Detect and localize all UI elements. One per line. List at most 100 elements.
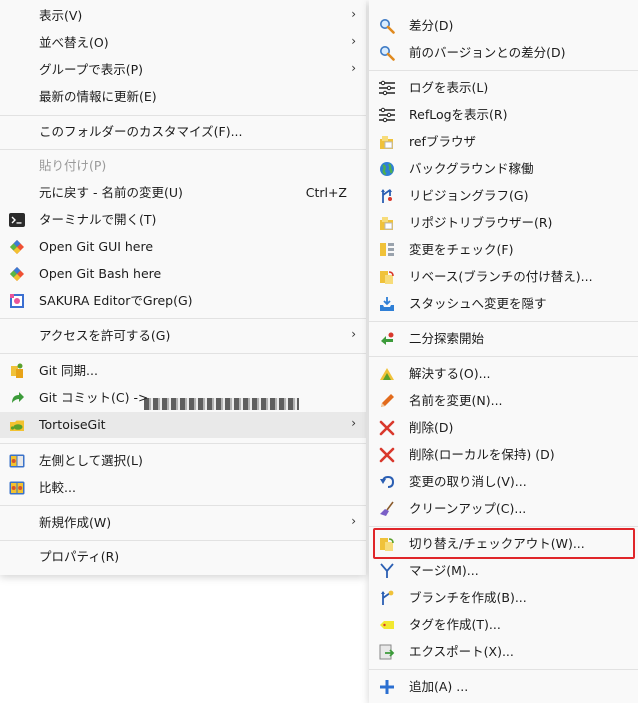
menu-item-label: TortoiseGit (39, 417, 106, 432)
bisect-icon (379, 331, 395, 347)
highlight-annotation (373, 528, 635, 559)
git-bash-icon (9, 266, 25, 282)
menu-item-grant-access[interactable]: アクセスを許可する(G) › (0, 323, 366, 349)
menu-item-label: 二分探索開始 (409, 331, 485, 346)
chevron-right-icon: › (351, 416, 356, 430)
menu-item-compare[interactable]: 比較... (0, 475, 366, 501)
git-sync-icon (9, 363, 25, 379)
menu-item-diff[interactable]: 差分(D) (369, 13, 638, 39)
menu-item-sakura-grep[interactable]: SAKURA EditorでGrep(G) (0, 288, 366, 314)
menu-item-create-branch[interactable]: ブランチを作成(B)... (369, 585, 638, 611)
revision-graph-icon (379, 188, 395, 204)
menu-item-ref-browser[interactable]: refブラウザ (369, 129, 638, 155)
menu-item-add[interactable]: 追加(A) ... (369, 674, 638, 700)
menu-item-label: ターミナルで開く(T) (39, 212, 157, 227)
menu-item-check-changes[interactable]: 変更をチェック(F) (369, 237, 638, 263)
menu-item-label: スタッシュへ変更を隠す (409, 296, 547, 311)
menu-item-export[interactable]: エクスポート(X)... (369, 639, 638, 665)
compare-icon (9, 480, 25, 496)
tortoisegit-icon (9, 417, 25, 433)
menu-item-merge[interactable]: マージ(M)... (369, 558, 638, 584)
menu-item-rebase[interactable]: リベース(ブランチの付け替え)... (369, 264, 638, 290)
tag-icon (379, 617, 395, 633)
menu-item-git-sync[interactable]: Git 同期... (0, 358, 366, 384)
menu-item-paste: 貼り付け(P) (0, 153, 366, 179)
menu-separator (0, 353, 366, 354)
menu-item-label: 削除(D) (409, 420, 454, 435)
menu-item-label: リベース(ブランチの付け替え)... (409, 269, 593, 284)
chevron-right-icon: › (351, 61, 356, 75)
menu-item-stash[interactable]: スタッシュへ変更を隠す (369, 291, 638, 317)
menu-separator (0, 318, 366, 319)
menu-item-group-by[interactable]: グループで表示(P) › (0, 57, 366, 83)
menu-item-label: 前のバージョンとの差分(D) (409, 45, 566, 60)
menu-item-label: 比較... (39, 480, 76, 495)
menu-separator (369, 70, 638, 71)
rename-icon (379, 393, 395, 409)
menu-item-label: 追加(A) ... (409, 679, 469, 694)
menu-item-rename[interactable]: 名前を変更(N)... (369, 388, 638, 414)
cleanup-icon (379, 501, 395, 517)
menu-item-resolve[interactable]: 解決する(O)... (369, 361, 638, 387)
menu-item-open-terminal[interactable]: ターミナルで開く(T) (0, 207, 366, 233)
menu-item-cleanup[interactable]: クリーンアップ(C)... (369, 496, 638, 522)
menu-item-undo-rename[interactable]: 元に戻す - 名前の変更(U) Ctrl+Z (0, 180, 366, 206)
menu-item-label: 並べ替え(O) (39, 35, 109, 50)
plus-icon (379, 679, 395, 695)
stash-icon (379, 296, 395, 312)
menu-item-select-left[interactable]: 左側として選択(L) (0, 448, 366, 474)
rebase-icon (379, 269, 395, 285)
menu-item-label: 表示(V) (39, 8, 83, 23)
menu-item-label: ログを表示(L) (409, 80, 489, 95)
menu-item-label: タグを作成(T)... (409, 617, 501, 632)
menu-item-label: 左側として選択(L) (39, 453, 143, 468)
menu-item-revision-graph[interactable]: リビジョングラフ(G) (369, 183, 638, 209)
menu-item-diff-previous[interactable]: 前のバージョンとの差分(D) (369, 40, 638, 66)
menu-item-customize-folder[interactable]: このフォルダーのカスタマイズ(F)... (0, 119, 366, 145)
menu-item-label: リポジトリブラウザー(R) (409, 215, 553, 230)
menu-separator (0, 505, 366, 506)
menu-item-properties[interactable]: プロパティ(R) (0, 544, 366, 570)
ref-browser-icon (379, 134, 395, 150)
menu-separator (369, 526, 638, 527)
branch-icon (379, 590, 395, 606)
menu-item-revert[interactable]: 変更の取り消し(V)... (369, 469, 638, 495)
menu-item-label: 貼り付け(P) (39, 158, 107, 173)
menu-item-label: バックグラウンド稼働 (409, 161, 534, 176)
menu-item-show-log[interactable]: ログを表示(L) (369, 75, 638, 101)
resolve-icon (379, 366, 395, 382)
menu-item-new[interactable]: 新規作成(W) › (0, 510, 366, 536)
menu-item-create-tag[interactable]: タグを作成(T)... (369, 612, 638, 638)
menu-item-delete-keep-local[interactable]: 削除(ローカルを保持) (D) (369, 442, 638, 468)
menu-item-label: refブラウザ (409, 134, 476, 149)
menu-item-label: 解決する(O)... (409, 366, 491, 381)
menu-item-label: RefLogを表示(R) (409, 107, 508, 122)
menu-item-label: クリーンアップ(C)... (409, 501, 527, 516)
menu-item-delete[interactable]: 削除(D) (369, 415, 638, 441)
tortoisegit-submenu: 差分(D) 前のバージョンとの差分(D) ログを表示(L) RefLogを表示(… (369, 0, 638, 703)
menu-item-sort[interactable]: 並べ替え(O) › (0, 30, 366, 56)
menu-item-label: リビジョングラフ(G) (409, 188, 529, 203)
explorer-context-menu: 表示(V) › 並べ替え(O) › グループで表示(P) › 最新の情報に更新(… (0, 0, 366, 575)
menu-item-label: グループで表示(P) (39, 62, 144, 77)
menu-item-label: 新規作成(W) (39, 515, 112, 530)
redacted-path (144, 398, 299, 410)
sakura-editor-icon (9, 293, 25, 309)
export-icon (379, 644, 395, 660)
menu-item-open-git-bash[interactable]: Open Git Bash here (0, 261, 366, 287)
menu-item-label: マージ(M)... (409, 563, 479, 578)
menu-item-repo-browser[interactable]: リポジトリブラウザー(R) (369, 210, 638, 236)
delete-icon (379, 420, 395, 436)
menu-item-view[interactable]: 表示(V) › (0, 3, 366, 29)
menu-item-label: 元に戻す - 名前の変更(U) (39, 185, 183, 200)
menu-item-background-daemon[interactable]: バックグラウンド稼働 (369, 156, 638, 182)
magnifier-icon (379, 45, 395, 61)
menu-item-show-reflog[interactable]: RefLogを表示(R) (369, 102, 638, 128)
menu-item-tortoisegit[interactable]: TortoiseGit › (0, 412, 366, 438)
menu-item-refresh[interactable]: 最新の情報に更新(E) (0, 84, 366, 110)
menu-item-open-git-gui[interactable]: Open Git GUI here (0, 234, 366, 260)
shortcut-text: Ctrl+Z (305, 185, 347, 200)
menu-item-bisect-start[interactable]: 二分探索開始 (369, 326, 638, 352)
menu-item-label: 削除(ローカルを保持) (D) (409, 447, 555, 462)
menu-item-label: エクスポート(X)... (409, 644, 514, 659)
